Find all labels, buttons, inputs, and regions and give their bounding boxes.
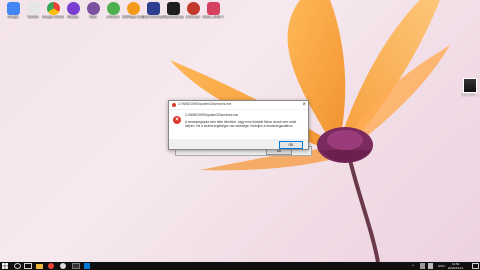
windows-start-icon[interactable] bbox=[2, 263, 8, 269]
desktop-icon-google[interactable]: Google bbox=[2, 2, 24, 19]
cmd-taskbar-icon[interactable] bbox=[72, 263, 80, 269]
network-icon[interactable] bbox=[420, 263, 425, 269]
error-dialog: C:\WINDOWS\system32\services.exe × × C:\… bbox=[168, 100, 309, 150]
chrome-taskbar-icon[interactable] bbox=[48, 263, 54, 269]
desktop-icon-utorrent[interactable]: uTorrent bbox=[102, 2, 124, 19]
desktop-icon-total-commander[interactable]: Total Commander bbox=[142, 2, 164, 19]
ok-button[interactable]: OK bbox=[279, 141, 303, 149]
file-explorer-icon[interactable] bbox=[36, 263, 43, 269]
floppy-icon bbox=[146, 2, 160, 15]
dialog-footer: OK bbox=[169, 139, 308, 149]
desktop-icon-chrome[interactable]: Google Chrome bbox=[42, 2, 64, 19]
app-icon bbox=[166, 2, 180, 15]
utorrent-icon bbox=[106, 2, 120, 15]
error-small-icon bbox=[172, 103, 176, 107]
close-icon[interactable]: × bbox=[302, 101, 306, 109]
google-drive-icon bbox=[6, 2, 20, 15]
search-icon[interactable] bbox=[14, 263, 21, 269]
desktop-icon-yandex[interactable]: Yandex bbox=[22, 2, 44, 19]
yandex-icon bbox=[26, 2, 40, 15]
desktop-icon-4kpersistency[interactable]: 4Kpersistency bbox=[162, 2, 184, 19]
document-icon bbox=[463, 78, 477, 93]
desktop-icon-viber[interactable]: Viber bbox=[82, 2, 104, 19]
desktop-icon-nitro[interactable]: Nitro PDF ... bbox=[461, 78, 479, 97]
up-arrow-icon[interactable]: ^ bbox=[412, 263, 416, 269]
tray-language[interactable]: HUN bbox=[438, 264, 445, 268]
browser-icon bbox=[66, 2, 80, 15]
dialog-path: C:\WINDOWS\system32\services.exe bbox=[185, 113, 239, 117]
ccleaner-icon bbox=[186, 2, 200, 15]
error-icon: × bbox=[173, 116, 181, 124]
taskbar: ^ HUN 11:52 2019.04.01. bbox=[0, 262, 480, 270]
notification-icon[interactable] bbox=[472, 263, 479, 269]
task-view-icon[interactable] bbox=[24, 263, 32, 269]
store-taskbar-icon[interactable] bbox=[84, 263, 90, 269]
desktop-icon-vkdol[interactable]: Vkdol_v6.80.7 bbox=[202, 2, 224, 19]
dialog-message: A rendszergazda nem tette lehetővé, vagy… bbox=[185, 120, 297, 129]
desktop-icon-kmplayer[interactable]: KMPlayer Iosis Files bbox=[122, 2, 144, 19]
desktop-icon-rikpiky[interactable]: Rikpiky bbox=[62, 2, 84, 19]
yandex-taskbar-icon[interactable] bbox=[60, 263, 66, 269]
dialog-title: C:\WINDOWS\system32\services.exe bbox=[178, 102, 232, 106]
app-icon bbox=[206, 2, 220, 15]
desktop-icon-ccleaner[interactable]: CCleaner bbox=[182, 2, 204, 19]
dialog-titlebar[interactable]: C:\WINDOWS\system32\services.exe × bbox=[169, 101, 308, 110]
tray-date[interactable]: 2019.04.01. bbox=[448, 266, 464, 270]
viber-icon bbox=[86, 2, 100, 15]
volume-icon[interactable] bbox=[428, 263, 433, 269]
chrome-icon bbox=[46, 2, 60, 15]
kmplayer-icon bbox=[126, 2, 140, 15]
